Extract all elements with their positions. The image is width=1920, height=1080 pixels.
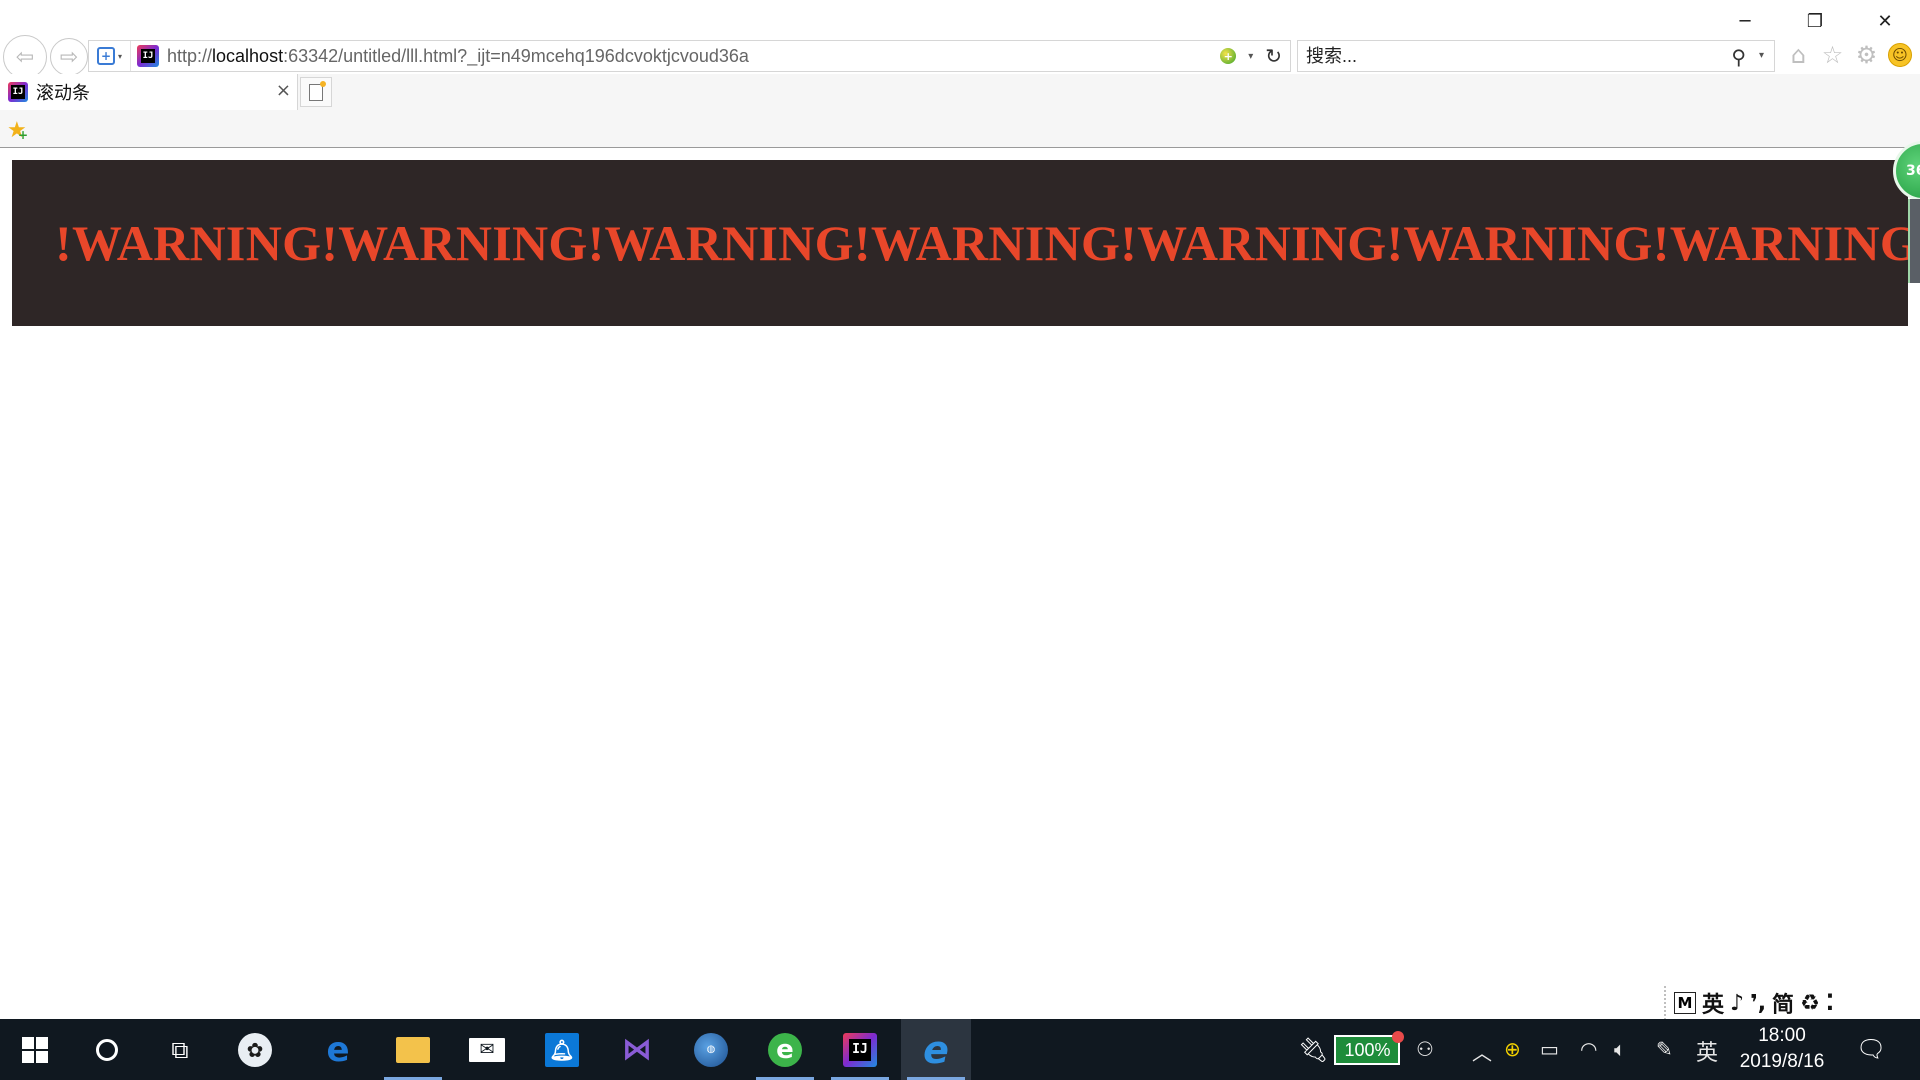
taskbar-app-globe[interactable]: ◍ xyxy=(676,1019,746,1080)
folder-icon xyxy=(396,1036,430,1063)
new-tab-button[interactable] xyxy=(300,77,332,107)
window-controls: ─ ❐ ✕ xyxy=(1710,0,1920,42)
ime-language-indicator[interactable]: 英 xyxy=(1696,1035,1718,1067)
mail-envelope-icon: ✉ xyxy=(469,1037,505,1062)
wifi-icon[interactable]: ◠ xyxy=(1580,1037,1597,1061)
cortana-button[interactable] xyxy=(72,1019,142,1080)
task-view-button[interactable]: ⧉ xyxy=(145,1019,215,1080)
address-bar[interactable]: + ▾ IJ http://localhost:63342/untitled/l… xyxy=(88,40,1291,72)
ime-script-toggle[interactable]: 简 xyxy=(1772,987,1794,1019)
ime-moon-icon[interactable]: ♪ xyxy=(1730,991,1744,1016)
taskbar-app-mail[interactable]: ✉ xyxy=(452,1019,522,1080)
ime-punctuation-icon[interactable]: ❜, xyxy=(1750,991,1766,1016)
address-dropdown-icon[interactable]: ▾ xyxy=(1248,51,1253,62)
page-content: !WARNING!WARNING!WARNING!WARNING!WARNING… xyxy=(0,141,1920,1019)
ime-skin-icon[interactable]: ♻ xyxy=(1800,991,1820,1016)
tab-strip: IJ 滚动条 × xyxy=(0,74,1920,110)
tab-close-icon[interactable]: × xyxy=(276,80,291,101)
marquee-warning-text: !WARNING!WARNING!WARNING!WARNING!WARNING… xyxy=(55,215,1908,271)
taskbar-app-internet-explorer[interactable]: e xyxy=(901,1019,971,1080)
taskbar-app-file-explorer[interactable] xyxy=(378,1019,448,1080)
cortana-circle-icon xyxy=(96,1038,118,1061)
restore-button[interactable]: ❐ xyxy=(1780,0,1850,42)
search-box[interactable]: ⚲ ▾ xyxy=(1297,40,1775,72)
taskbar-app-notes[interactable]: 🔔︎ xyxy=(527,1019,597,1080)
clock-time: 18:00 xyxy=(1758,1025,1806,1046)
ime-mode-icon[interactable]: M xyxy=(1674,992,1696,1014)
home-icon[interactable]: ⌂ xyxy=(1786,41,1811,69)
toolbar-icons: ⌂ ☆ ⚙ ☺ xyxy=(1786,41,1912,69)
windows-logo-icon xyxy=(22,1036,48,1063)
favorites-star-icon[interactable]: ☆ xyxy=(1820,41,1845,69)
favorites-bar: ★ + xyxy=(0,110,1920,148)
people-icon[interactable]: ⚇ xyxy=(1416,1037,1434,1061)
taskbar-app-intellij[interactable]: IJ xyxy=(825,1019,895,1080)
taskbar: ⧉ ✿ e ✉ 🔔︎ ⋈ ◍ e IJ e 🔌︎ 100% ⚇ ︿ ⊕ ▭ ◠ … xyxy=(0,1019,1920,1080)
intellij-icon: IJ xyxy=(843,1032,877,1067)
search-dropdown-icon[interactable]: ▾ xyxy=(1759,50,1764,61)
360-browser-icon: e xyxy=(768,1032,802,1067)
clock-date: 2019/8/16 xyxy=(1739,1051,1825,1072)
forward-button[interactable]: ⇨ xyxy=(50,38,88,76)
task-view-icon: ⧉ xyxy=(171,1035,189,1064)
plus-icon: + xyxy=(18,128,29,142)
close-window-button[interactable]: ✕ xyxy=(1850,0,1920,42)
shield-icon: + xyxy=(96,47,115,65)
start-button[interactable] xyxy=(0,1019,70,1080)
360-security-tray-icon[interactable]: ⊕ xyxy=(1504,1037,1521,1061)
edge-icon: e xyxy=(326,1029,350,1070)
feedback-smiley-icon[interactable]: ☺ xyxy=(1888,42,1912,67)
refresh-icon[interactable]: ↻ xyxy=(1265,44,1282,68)
site-favicon: IJ xyxy=(137,45,159,67)
tab-active[interactable]: IJ 滚动条 × xyxy=(0,74,298,110)
side-panel-handle[interactable] xyxy=(1908,199,1920,283)
new-page-icon xyxy=(309,80,326,101)
taskbar-app-visual-studio[interactable]: ⋈ xyxy=(602,1019,672,1080)
battery-percent: 100% xyxy=(1334,1031,1405,1065)
marquee-container: !WARNING!WARNING!WARNING!WARNING!WARNING… xyxy=(12,160,1908,326)
battery-indicator[interactable]: 🔌︎ 100% xyxy=(1298,1031,1405,1067)
tab-favicon: IJ xyxy=(8,82,28,102)
security-status-icon[interactable]: + xyxy=(1220,48,1237,64)
chevron-down-icon: ▾ xyxy=(117,51,122,61)
fan-icon: ✿ xyxy=(238,1032,272,1067)
visual-studio-icon: ⋈ xyxy=(622,1032,652,1067)
battery-tray-icon[interactable]: ▭ xyxy=(1540,1037,1559,1061)
settings-gear-icon[interactable]: ⚙ xyxy=(1854,41,1879,69)
ime-toolbar: M 英 ♪ ❜, 简 ♻ ⁚ xyxy=(1664,986,1886,1020)
url-text[interactable]: http://localhost:63342/untitled/lll.html… xyxy=(167,46,749,67)
back-button[interactable]: ⇦ xyxy=(3,35,47,79)
search-input[interactable] xyxy=(1306,45,1696,67)
bell-icon: 🔔︎ xyxy=(545,1032,579,1067)
globe-icon: ◍ xyxy=(694,1032,728,1067)
ime-menu-icon[interactable]: ⁚ xyxy=(1826,991,1834,1016)
browser-toolbar: ─ ❐ ✕ ⇦ ⇨ + ▾ IJ http://localhost:63342/… xyxy=(0,0,1920,79)
compatibility-view-button[interactable]: + ▾ xyxy=(89,41,131,71)
internet-explorer-icon: e xyxy=(923,1027,949,1072)
system-clock[interactable]: 18:00 2019/8/16 xyxy=(1722,1023,1842,1075)
minimize-button[interactable]: ─ xyxy=(1710,0,1780,42)
taskbar-app-360-browser[interactable]: e xyxy=(750,1019,820,1080)
show-hidden-icons-chevron[interactable]: ︿ xyxy=(1472,1037,1492,1066)
taskbar-app-fan[interactable]: ✿ xyxy=(220,1019,290,1080)
pen-icon[interactable]: ✎ xyxy=(1656,1037,1673,1061)
power-plug-icon: 🔌︎ xyxy=(1298,1036,1329,1064)
action-center-icon[interactable]: 🗨︎ xyxy=(1856,1035,1886,1063)
taskbar-app-edge[interactable]: e xyxy=(303,1019,373,1080)
ime-language-toggle[interactable]: 英 xyxy=(1702,987,1724,1019)
search-icon[interactable]: ⚲ xyxy=(1731,45,1746,69)
volume-icon[interactable]: 🔈︎ xyxy=(1614,1037,1626,1061)
tab-title: 滚动条 xyxy=(36,83,90,104)
